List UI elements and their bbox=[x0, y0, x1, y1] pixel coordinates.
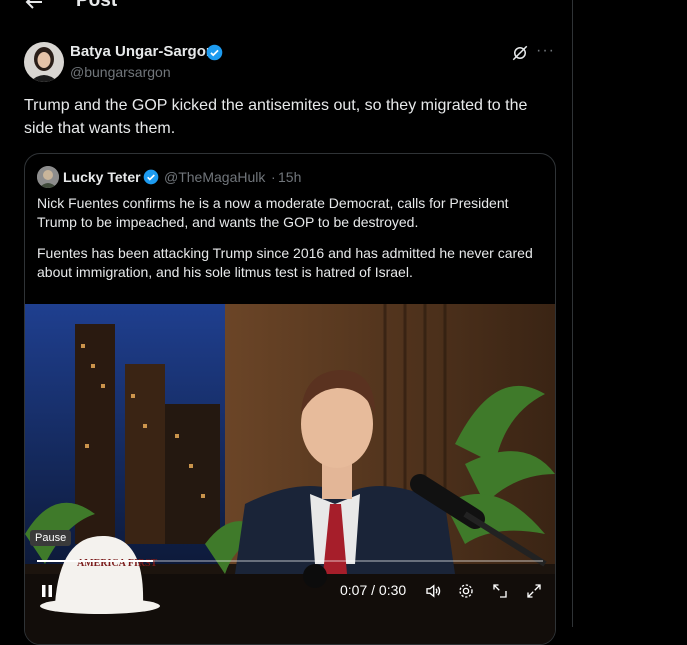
main-column: Post Batya Ungar-Sargon @bungarsargon ··… bbox=[0, 0, 573, 645]
pause-tooltip: Pause bbox=[30, 530, 72, 546]
video-progress-fill bbox=[37, 560, 154, 562]
video-frame: AMERICA FIRST bbox=[25, 304, 555, 644]
author-handle[interactable]: @bungarsargon bbox=[70, 64, 171, 80]
top-bar: Post bbox=[0, 0, 572, 16]
grok-icon[interactable] bbox=[511, 44, 529, 62]
gear-icon[interactable] bbox=[457, 582, 475, 600]
quoted-text: Nick Fuentes confirms he is a now a mode… bbox=[37, 194, 543, 294]
volume-icon[interactable] bbox=[424, 582, 442, 600]
back-arrow-icon[interactable] bbox=[22, 0, 46, 14]
picture-in-picture-icon[interactable] bbox=[491, 582, 509, 600]
author-name[interactable]: Batya Ungar-Sargon bbox=[70, 43, 215, 60]
page-title: Post bbox=[76, 0, 118, 11]
quoted-timestamp[interactable]: 15h bbox=[278, 169, 301, 185]
video-progress-bar[interactable] bbox=[37, 560, 543, 562]
dot-separator: · bbox=[271, 169, 276, 185]
quoted-paragraph: Fuentes has been attacking Trump since 2… bbox=[37, 245, 533, 280]
fullscreen-icon[interactable] bbox=[525, 582, 543, 600]
verified-badge-icon bbox=[143, 169, 159, 185]
pause-icon[interactable] bbox=[39, 583, 55, 599]
quoted-avatar[interactable] bbox=[37, 166, 59, 188]
video-time: 0:07 / 0:30 bbox=[340, 582, 407, 598]
quoted-author-handle[interactable]: @TheMagaHulk bbox=[164, 169, 265, 185]
quoted-post[interactable]: Lucky Teter @TheMagaHulk · 15h Nick Fuen… bbox=[24, 153, 556, 645]
quoted-paragraph: Nick Fuentes confirms he is a now a mode… bbox=[37, 195, 509, 230]
video-player[interactable]: AMERICA FIRST Pause 0:07 / 0:30 bbox=[25, 304, 555, 644]
more-options-icon[interactable]: ··· bbox=[536, 42, 555, 60]
verified-badge-icon bbox=[206, 44, 223, 61]
quoted-author-name[interactable]: Lucky Teter bbox=[63, 169, 141, 185]
avatar[interactable] bbox=[24, 42, 64, 82]
post-text: Trump and the GOP kicked the antisemites… bbox=[24, 97, 528, 137]
